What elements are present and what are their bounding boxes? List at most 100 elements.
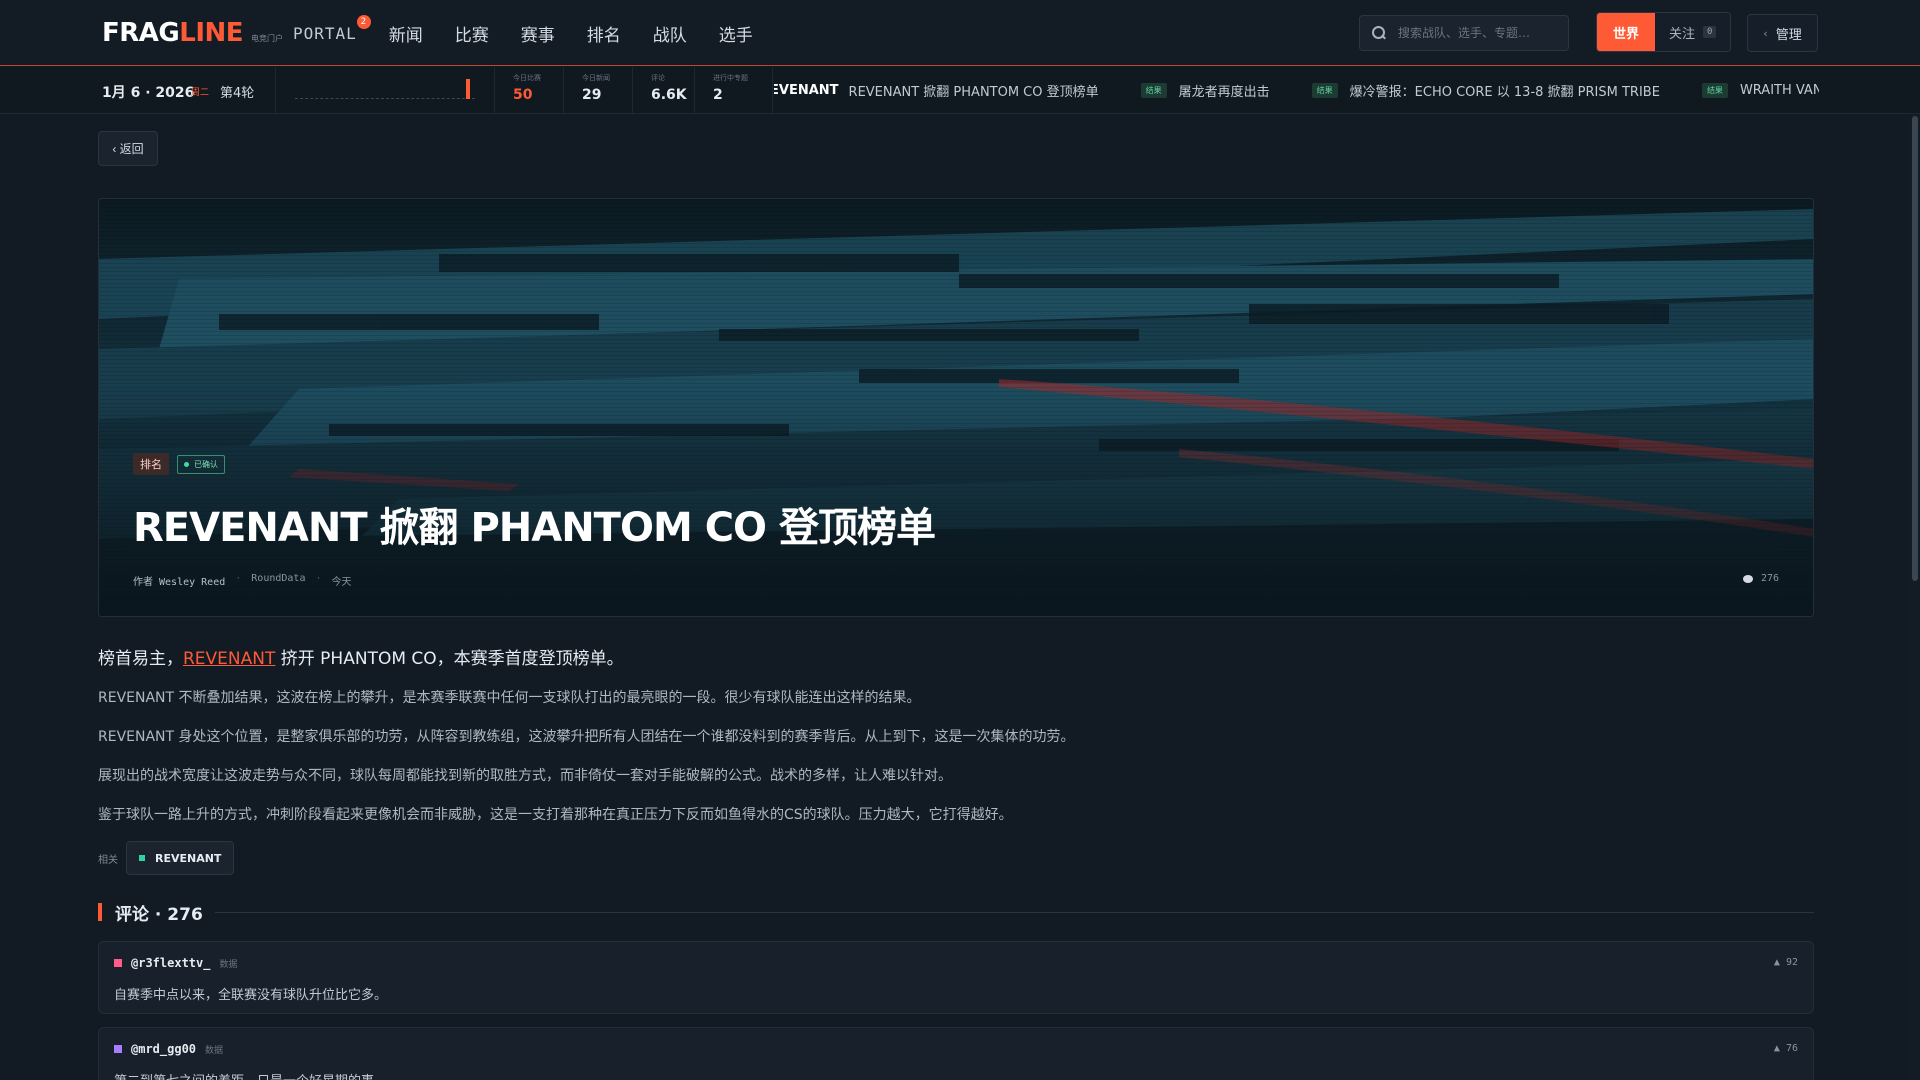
team-color-icon — [139, 855, 145, 861]
search-box[interactable] — [1359, 15, 1569, 51]
article-paragraph: 展现出的战术宽度让这波走势与众不同，球队每周都能找到新的取胜方式，而非倚仗一套对… — [98, 768, 952, 784]
logo-subtitle: 电竞门户 — [251, 34, 284, 43]
divider — [694, 67, 695, 114]
team-link-revenant[interactable]: REVENANT — [183, 649, 275, 669]
admin-button[interactable]: ‹ 管理 — [1747, 14, 1818, 52]
nav-teams[interactable]: 战队 — [653, 21, 687, 46]
nav-rankings[interactable]: 排名 — [587, 21, 621, 46]
related-team-chip[interactable]: REVENANT — [126, 841, 235, 875]
scope-toggle: 世界 关注 0 — [1596, 12, 1732, 52]
divider — [214, 911, 1814, 913]
article-paragraph: REVENANT 身处这个位置，是整家俱乐部的功劳，从阵容到教练组，这波攀升把所… — [98, 729, 1075, 745]
comment-card: @mrd_gg00 数据 ▲ 76 第二到第七之间的差距，只是一个好星期的事。 — [98, 1027, 1814, 1080]
verified-badge: 已确认 — [177, 454, 225, 474]
nav-events[interactable]: 赛事 — [521, 21, 555, 46]
back-button[interactable]: ‹ 返回 — [98, 131, 158, 166]
comment-username[interactable]: @r3flexttv_ — [131, 956, 210, 970]
round-progress-track — [295, 97, 475, 99]
ticker-item[interactable]: REVENANT REVENANT 掀翻 PHANTOM CO 登顶榜单 — [774, 81, 1099, 100]
verified-dot-icon — [184, 461, 189, 467]
article-author[interactable]: 作者 Wesley Reed — [133, 573, 225, 588]
related-label: 相关 — [98, 854, 118, 866]
article-lead: 榜首易主，REVENANT 挤开 PHANTOM CO，本赛季首度登顶榜单。 — [98, 644, 624, 669]
article-paragraph: 鉴于球队一路上升的方式，冲刺阶段看起来更像机会而非威胁，这是一支打着那种在真正压… — [98, 807, 1013, 823]
related-section: 相关 REVENANT — [98, 841, 235, 875]
ticker-team: REVENANT — [774, 83, 839, 98]
nav-portal[interactable]: PORTAL 2 — [293, 14, 371, 43]
user-color-icon — [114, 959, 122, 967]
divider — [632, 67, 633, 114]
top-navigation: FRAG LINE 电竞门户 PORTAL 2 新闻 比赛 赛事 排名 战队 选… — [0, 0, 1920, 66]
comment-bubble-icon — [1742, 574, 1753, 583]
ticker-text: REVENANT 掀翻 PHANTOM CO 登顶榜单 — [848, 85, 1099, 100]
meta-separator: · — [235, 573, 242, 584]
stat-value: 29 — [582, 87, 602, 103]
stat-comments: 评论 6.6K — [651, 73, 687, 103]
lead-text-after: 挤开 PHANTOM CO，本赛季首度登顶榜单。 — [275, 649, 624, 669]
news-ticker: REVENANT REVENANT 掀翻 PHANTOM CO 登顶榜单 结果 … — [774, 67, 1819, 114]
related-team-name: REVENANT — [155, 851, 222, 865]
main-nav: PORTAL 2 新闻 比赛 赛事 排名 战队 选手 — [293, 0, 785, 66]
comment-role: 数据 — [219, 959, 238, 970]
nav-players[interactable]: 选手 — [719, 21, 753, 46]
comment-count-link[interactable]: 276 — [1742, 573, 1779, 584]
comment-role: 数据 — [205, 1045, 224, 1056]
comment-text: 第二到第七之间的差距，只是一个好星期的事。 — [114, 1070, 387, 1080]
nav-matches[interactable]: 比赛 — [455, 21, 489, 46]
lead-text-before: 榜首易主， — [98, 649, 183, 669]
ticker-item[interactable]: 结果 屠龙者再度出击 — [1140, 81, 1270, 100]
admin-label: 管理 — [1775, 27, 1802, 43]
article-meta: 作者 Wesley Reed · RoundData · 今天 — [133, 573, 352, 588]
stat-value: 6.6K — [651, 87, 687, 103]
stat-label: 今日比赛 — [513, 74, 541, 82]
divider — [772, 67, 773, 114]
article-tags: 排名 已确认 — [133, 453, 225, 475]
article-paragraph: REVENANT 不断叠加结果，这波在榜上的攀升，是本赛季联赛中任何一支球队打出… — [98, 690, 921, 706]
comment-card: @r3flexttv_ 数据 ▲ 92 自赛季中点以来，全联赛没有球队升位比它多… — [98, 941, 1814, 1014]
divider — [275, 67, 276, 114]
ticker-text: 屠龙者再度出击 — [1178, 85, 1270, 100]
upvote-button[interactable]: ▲ 76 — [1774, 1043, 1798, 1054]
stat-label: 评论 — [651, 74, 665, 82]
search-input[interactable] — [1398, 26, 1548, 40]
logo-text-frag: FRAG — [102, 18, 180, 48]
hero-image — [99, 199, 1813, 616]
stat-news-today: 今日新闻 29 — [582, 73, 610, 103]
category-tag[interactable]: 排名 — [133, 453, 169, 475]
info-strip: 1月 6 · 2026 周二 第4轮 今日比赛 50 今日新闻 29 评论 6.… — [0, 67, 1920, 114]
ticker-tag: 结果 — [1311, 83, 1338, 98]
verified-label: 已确认 — [194, 459, 218, 469]
ticker-tag: 结果 — [1701, 83, 1728, 98]
nav-news[interactable]: 新闻 — [389, 21, 423, 46]
divider — [563, 67, 564, 114]
article-hero: 排名 已确认 REVENANT 掀翻 PHANTOM CO 登顶榜单 作者 We… — [98, 198, 1814, 617]
scope-world-button[interactable]: 世界 — [1597, 13, 1656, 51]
weekday-label: 周二 — [191, 88, 210, 98]
round-progress-marker — [465, 79, 470, 99]
stat-label: 今日新闻 — [582, 74, 610, 82]
stat-label: 进行中专题 — [713, 74, 748, 82]
nav-portal-label: PORTAL — [293, 23, 357, 43]
notification-badge: 2 — [356, 14, 371, 29]
ticker-text: WRAITH VANGUARD — [1739, 83, 1819, 98]
logo[interactable]: FRAG LINE 电竞门户 — [102, 18, 283, 48]
divider — [494, 67, 495, 114]
scope-follow-button[interactable]: 关注 0 — [1655, 13, 1731, 51]
article-title: REVENANT 掀翻 PHANTOM CO 登顶榜单 — [133, 505, 936, 551]
ticker-text: 爆冷警报：ECHO CORE 以 13-8 掀翻 PRISM TRIBE — [1349, 85, 1660, 100]
article-source[interactable]: RoundData — [251, 573, 305, 588]
user-color-icon — [114, 1045, 122, 1053]
ticker-item[interactable]: 结果 WRAITH VANGUARD — [1701, 83, 1819, 98]
current-date: 1月 6 · 2026 — [102, 85, 195, 101]
search-icon — [1372, 26, 1386, 40]
ticker-tag: 结果 — [1140, 83, 1167, 98]
scrollbar-thumb[interactable] — [1912, 116, 1918, 581]
ticker-item[interactable]: 结果 爆冷警报：ECHO CORE 以 13-8 掀翻 PRISM TRIBE — [1311, 81, 1660, 100]
comment-head: @r3flexttv_ 数据 — [114, 956, 238, 970]
stat-value: 50 — [513, 87, 533, 103]
stat-active-topics: 进行中专题 2 — [713, 73, 748, 103]
logo-text-line: LINE — [179, 18, 244, 48]
meta-separator: · — [315, 573, 322, 584]
comment-username[interactable]: @mrd_gg00 — [131, 1042, 196, 1056]
upvote-button[interactable]: ▲ 92 — [1774, 957, 1798, 968]
